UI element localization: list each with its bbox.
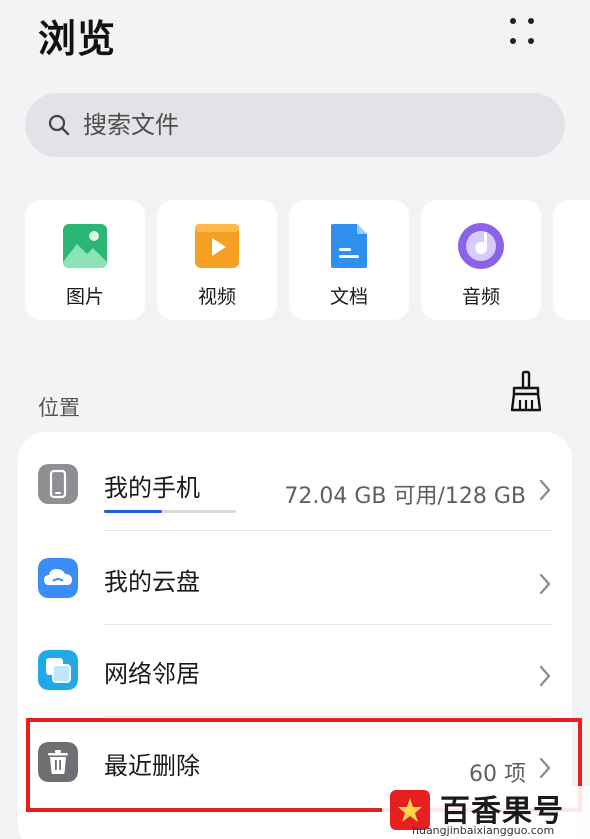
divider: [104, 530, 552, 531]
location-label: 我的云盘: [104, 568, 200, 596]
chevron-right-icon: [539, 479, 551, 501]
category-more[interactable]: [553, 200, 590, 320]
category-label: 文档: [329, 286, 368, 308]
section-label: 位置: [38, 396, 80, 420]
category-label: 音频: [461, 286, 500, 308]
network-icon: [38, 650, 78, 690]
storage-progress-bar: [104, 510, 236, 513]
chevron-right-icon: [539, 573, 551, 595]
more-dot: [528, 18, 534, 24]
category-audio[interactable]: 音频: [421, 200, 541, 320]
more-dot: [510, 18, 516, 24]
more-dot: [510, 38, 516, 44]
video-icon: [195, 224, 239, 268]
location-network-neighborhood[interactable]: 网络邻居: [18, 624, 572, 716]
search-bar[interactable]: [25, 93, 565, 157]
category-images[interactable]: 图片: [25, 200, 145, 320]
phone-icon: [38, 464, 78, 504]
image-icon: [63, 224, 107, 268]
category-documents[interactable]: 文档: [289, 200, 409, 320]
storage-progress-fill: [104, 510, 163, 513]
chevron-right-icon: [539, 665, 551, 687]
more-dot: [528, 38, 534, 44]
location-detail: 72.04 GB 可用/128 GB: [284, 484, 526, 509]
location-label: 网络邻居: [104, 660, 200, 688]
category-videos[interactable]: 视频: [157, 200, 277, 320]
audio-icon: [458, 223, 504, 269]
header: 浏览: [0, 0, 590, 70]
watermark-url: huangjinbaixiangguo.com: [412, 824, 555, 837]
more-options-button[interactable]: [500, 12, 546, 52]
category-label: 视频: [197, 286, 236, 308]
page-title: 浏览: [38, 17, 117, 61]
search-input[interactable]: [83, 105, 523, 145]
location-my-cloud[interactable]: 我的云盘: [18, 532, 572, 624]
category-label: 图片: [65, 286, 104, 308]
watermark: 百香果号 huangjinbaixiangguo.com: [382, 786, 590, 839]
category-row: 图片 视频 文档 音频: [0, 200, 590, 322]
broom-icon[interactable]: [506, 370, 546, 414]
search-icon: [48, 114, 70, 136]
location-label: 我的手机: [104, 474, 200, 502]
document-icon: [331, 224, 367, 268]
location-my-phone[interactable]: 我的手机 72.04 GB 可用/128 GB: [18, 438, 572, 530]
cloud-icon: [38, 558, 78, 598]
